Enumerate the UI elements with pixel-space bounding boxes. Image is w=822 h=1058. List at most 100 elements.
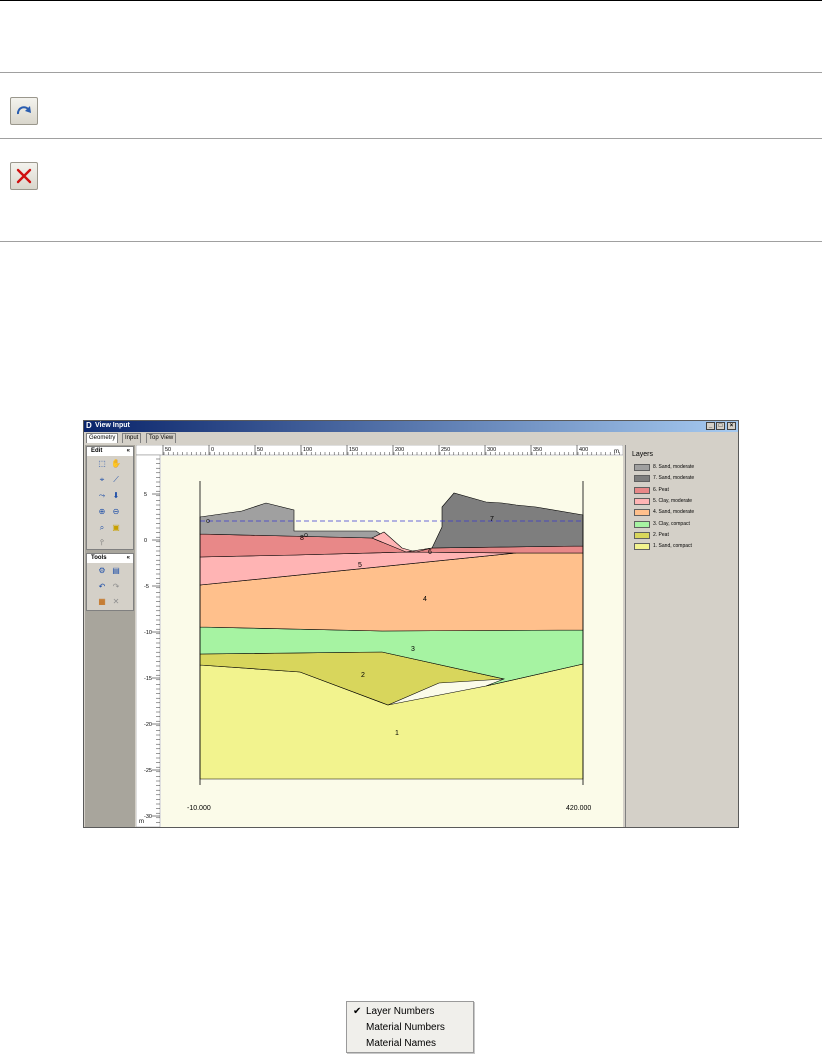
layer-color-swatch [634,543,650,551]
tab-top-view[interactable]: Top View [146,433,177,443]
y-tick-label: -10 [144,630,152,636]
geometry-canvas[interactable]: 50 0 50 100 150 200 250 300 350 400 5 0 -5 -10 -15 -20… [135,444,624,866]
add-polyline-icon[interactable]: ⤳ [97,491,107,501]
tools-group-title: Tools [91,555,107,561]
separator-2 [0,138,822,139]
view-icon[interactable]: ▤ [111,566,121,576]
edit-group-header[interactable]: Edit « [87,447,133,456]
tab-geometry[interactable]: Geometry [86,433,119,443]
left-coordinate-label: -10.000 [187,805,211,812]
layer-label-3: 3 [411,646,415,653]
y-tick-label: -15 [144,676,152,682]
tab-input[interactable]: Input [122,433,142,443]
separator-1 [0,72,822,73]
layer-legend-label: 1. Sand, compact [653,543,692,550]
y-tick-label: 5 [144,492,147,498]
redo-arrow-icon [16,106,31,115]
layer-label-2: 2 [361,672,365,679]
checkmark-icon: ✔ [353,1006,362,1017]
redo-icon[interactable]: ↷ [111,582,121,592]
y-tick-label: -30 [144,814,152,820]
select-arrow-icon[interactable]: ⬚ [97,459,107,469]
layers-icon[interactable]: ▦ [97,597,107,607]
zoom-out-icon[interactable]: ⊖ [111,507,121,517]
window-titlebar: D View Input _ □ × [84,421,738,432]
x-unit-label: m [614,449,619,455]
layer-color-swatch [634,497,650,505]
menu-item-material-numbers[interactable]: Material Numbers [366,1022,445,1033]
y-tick-label: -5 [144,584,149,590]
layers-panel: Layers 8. Sand, moderate 7. Sand, moderat… [625,445,738,827]
layer-color-swatch [634,509,650,517]
x-tick-label: 200 [395,447,404,453]
x-tick-label: 100 [303,447,312,453]
zoom-extents-icon[interactable]: ⌕ [97,523,107,533]
layer-legend-label: 8. Sand, moderate [653,464,695,470]
y-tick-label: -20 [144,722,152,728]
pan-hand-icon[interactable]: ✋ [111,459,121,469]
top-rule [0,0,822,1]
layer-color-swatch [634,475,650,483]
x-tick-label: 0 [211,447,214,453]
layer-legend-label: 5. Clay, moderate [653,497,693,504]
view-input-window: D View Input _ □ × Geometry Input Top Vi… [83,420,739,866]
redo-button[interactable] [10,97,38,125]
layer-color-swatch [634,464,650,471]
x-tick-label: 300 [487,447,496,453]
layer-label-8: 8 [300,535,304,542]
x-tick-label: 50 [165,447,171,453]
add-point-icon[interactable]: ⌖ [97,475,107,485]
left-tool-panel: Edit « ⬚ ✋ ⌖ ⟋ ⤳ ⬇ ⊕ ⊖ ⌕ ▣ ⫯ Tools « ⚙ ▤… [85,445,135,827]
layer-label-1: 1 [395,730,399,737]
window-title: View Input [95,422,130,429]
properties-icon[interactable]: ⚙ [97,566,107,576]
drop-down-icon[interactable]: ⬇ [111,491,121,501]
layer-color-swatch [634,531,650,539]
menu-item-layer-numbers[interactable]: Layer Numbers [366,1006,434,1017]
tab-bar: Geometry Input Top View [84,432,738,443]
menu-item-material-names[interactable]: Material Names [366,1038,436,1049]
layers-title: Layers [632,451,654,458]
layer-legend-label: 4. Sand, moderate [653,509,695,516]
y-unit-label: m [139,819,144,825]
y-tick-label: -25 [144,768,152,774]
tools-group-header[interactable]: Tools « [87,554,133,563]
undo-icon[interactable]: ↶ [97,582,107,592]
x-tick-label: 250 [441,447,450,453]
layer-legend-label: 2. Peat [653,531,669,538]
layer-label-4: 4 [423,596,427,603]
collapse-icon: « [126,448,130,454]
x-tick-label: 150 [349,447,358,453]
delete-button[interactable] [10,162,38,190]
zoom-in-icon[interactable]: ⊕ [97,507,107,517]
layer-legend-label: 7. Sand, moderate [653,475,695,482]
edit-group: Edit « ⬚ ✋ ⌖ ⟋ ⤳ ⬇ ⊕ ⊖ ⌕ ▣ ⫯ [86,446,134,550]
separator-3 [0,241,822,242]
delete-icon[interactable]: ✕ [111,597,121,607]
minimize-button[interactable]: _ [706,422,715,430]
measure-icon[interactable]: ⫯ [97,538,107,548]
layer-color-swatch [634,486,650,494]
collapse-icon: « [126,555,130,561]
layer-legend-label: 6. Peat [653,486,669,493]
layer-label-6: 6 [428,549,432,556]
red-x-icon [16,168,32,184]
y-tick-label: 0 [144,538,147,544]
layer-legend-label: 3. Clay, compact [653,520,690,527]
x-tick-label: 50 [257,447,263,453]
layer-label-7: 7 [490,516,494,523]
maximize-button[interactable]: □ [716,422,725,430]
zoom-rectangle-icon[interactable]: ▣ [111,523,121,533]
geometry-drawing: 50 0 50 100 150 200 250 300 350 400 50-5-10-15-20… [135,444,624,866]
close-button[interactable]: × [727,422,736,430]
add-line-icon[interactable]: ⟋ [111,475,121,485]
right-coordinate-label: 420.000 [566,805,591,812]
x-tick-label: 400 [579,447,588,453]
layer-color-swatch [634,520,650,528]
app-logo: D [86,421,92,430]
x-tick-label: 350 [533,447,542,453]
tools-group: Tools « ⚙ ▤ ↶ ↷ ▦ ✕ [86,553,134,611]
label-context-menu: ✔ Layer Numbers Material Numbers Materia… [346,1001,474,1053]
layer-label-5: 5 [358,562,362,569]
edit-group-title: Edit [91,448,103,454]
